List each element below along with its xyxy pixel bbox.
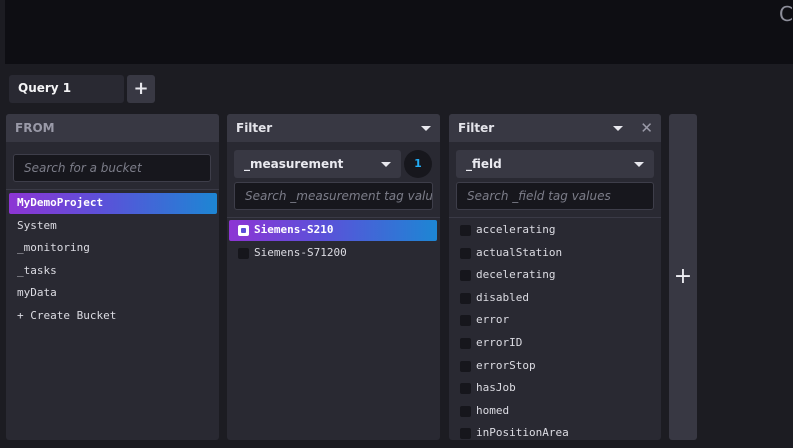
checkbox-icon[interactable]: [460, 360, 471, 372]
bucket-search-input[interactable]: Search for a bucket: [13, 154, 211, 182]
tag-value-item[interactable]: inPositionArea: [451, 423, 657, 440]
tag-value-label: decelerating: [476, 268, 556, 282]
bucket-item[interactable]: myData: [9, 283, 217, 304]
checkbox-icon[interactable]: [460, 315, 471, 327]
tag-value-label: Siemens-S71200: [254, 245, 347, 259]
filter-panel-header[interactable]: Filter ✕: [449, 114, 661, 142]
filter-header-label: Filter: [458, 121, 495, 135]
script-editor[interactable]: C: [5, 0, 793, 64]
tag-value-label: error: [476, 313, 510, 327]
tag-value-label: actualStation: [476, 245, 563, 259]
filter-panel-header[interactable]: Filter: [227, 114, 440, 142]
key-dropdown-label: _field: [466, 157, 502, 171]
chevron-down-icon: [421, 126, 431, 131]
tag-value-label: errorID: [476, 336, 523, 349]
tag-value-label: hasJob: [476, 381, 516, 395]
tag-value-item[interactable]: errorStop: [451, 356, 657, 377]
editor-partial-text: C: [779, 2, 793, 26]
query-tab[interactable]: Query 1: [9, 75, 124, 103]
bucket-item[interactable]: _tasks: [9, 261, 217, 282]
measurement-search-input[interactable]: Search _measurement tag values: [234, 182, 433, 210]
field-search-input[interactable]: Search _field tag values: [456, 182, 654, 210]
chevron-down-icon: [381, 162, 391, 167]
measurement-key-dropdown[interactable]: _measurement: [234, 150, 401, 178]
selected-count-badge: 1: [404, 150, 432, 178]
tag-value-item[interactable]: hasJob: [451, 378, 657, 399]
tag-value-item[interactable]: actualStation: [451, 243, 657, 264]
close-icon[interactable]: ✕: [640, 119, 653, 137]
panel-divider: [6, 189, 219, 190]
tag-value-item[interactable]: Siemens-S71200: [229, 243, 437, 264]
bucket-item[interactable]: _monitoring: [9, 238, 217, 259]
tag-value-item[interactable]: decelerating: [451, 265, 657, 286]
add-filter-button[interactable]: +: [669, 114, 697, 440]
tag-value-item[interactable]: error: [451, 310, 657, 331]
key-dropdown-label: _measurement: [244, 157, 344, 171]
tag-value-label: Siemens-S210: [254, 223, 334, 236]
checkbox-icon[interactable]: [460, 225, 471, 236]
field-key-dropdown[interactable]: _field: [456, 150, 654, 178]
chevron-down-icon: [613, 126, 623, 131]
tag-value-item[interactable]: errorID: [451, 333, 657, 354]
checkbox-icon[interactable]: [460, 292, 471, 304]
checkbox-icon[interactable]: [460, 270, 471, 282]
checkbox-checked-icon[interactable]: [238, 225, 249, 236]
bucket-item[interactable]: MyDemoProject: [9, 193, 217, 214]
measurement-filter-panel: Filter _measurement 1 Search _measuremen…: [227, 114, 440, 440]
tag-value-label: inPositionArea: [476, 426, 569, 440]
query-tab-bar: Query 1 +: [0, 72, 793, 106]
checkbox-icon[interactable]: [460, 383, 471, 395]
from-panel: FROM Search for a bucket MyDemoProject Sy…: [6, 114, 219, 440]
tag-value-item[interactable]: disabled: [451, 288, 657, 309]
checkbox-icon[interactable]: [238, 247, 249, 259]
tag-value-label: disabled: [476, 290, 529, 304]
chevron-down-icon: [634, 162, 644, 167]
add-query-button[interactable]: +: [127, 75, 155, 103]
tag-value-label: homed: [476, 403, 510, 417]
checkbox-icon[interactable]: [460, 405, 471, 417]
tag-value-label: accelerating: [476, 223, 556, 236]
panel-divider: [227, 217, 440, 218]
checkbox-icon[interactable]: [460, 247, 471, 259]
from-panel-header: FROM: [6, 114, 219, 142]
field-filter-panel: Filter ✕ _field Search _field tag values…: [449, 114, 661, 440]
bucket-item[interactable]: System: [9, 216, 217, 237]
panel-divider: [449, 217, 661, 218]
tag-value-item[interactable]: Siemens-S210: [229, 220, 437, 241]
checkbox-icon[interactable]: [460, 338, 471, 349]
checkbox-icon[interactable]: [460, 428, 471, 440]
tag-value-item[interactable]: homed: [451, 401, 657, 422]
tag-value-item[interactable]: accelerating: [451, 220, 657, 241]
create-bucket-link[interactable]: + Create Bucket: [9, 306, 217, 327]
tag-value-label: errorStop: [476, 358, 536, 372]
filter-header-label: Filter: [236, 121, 273, 135]
